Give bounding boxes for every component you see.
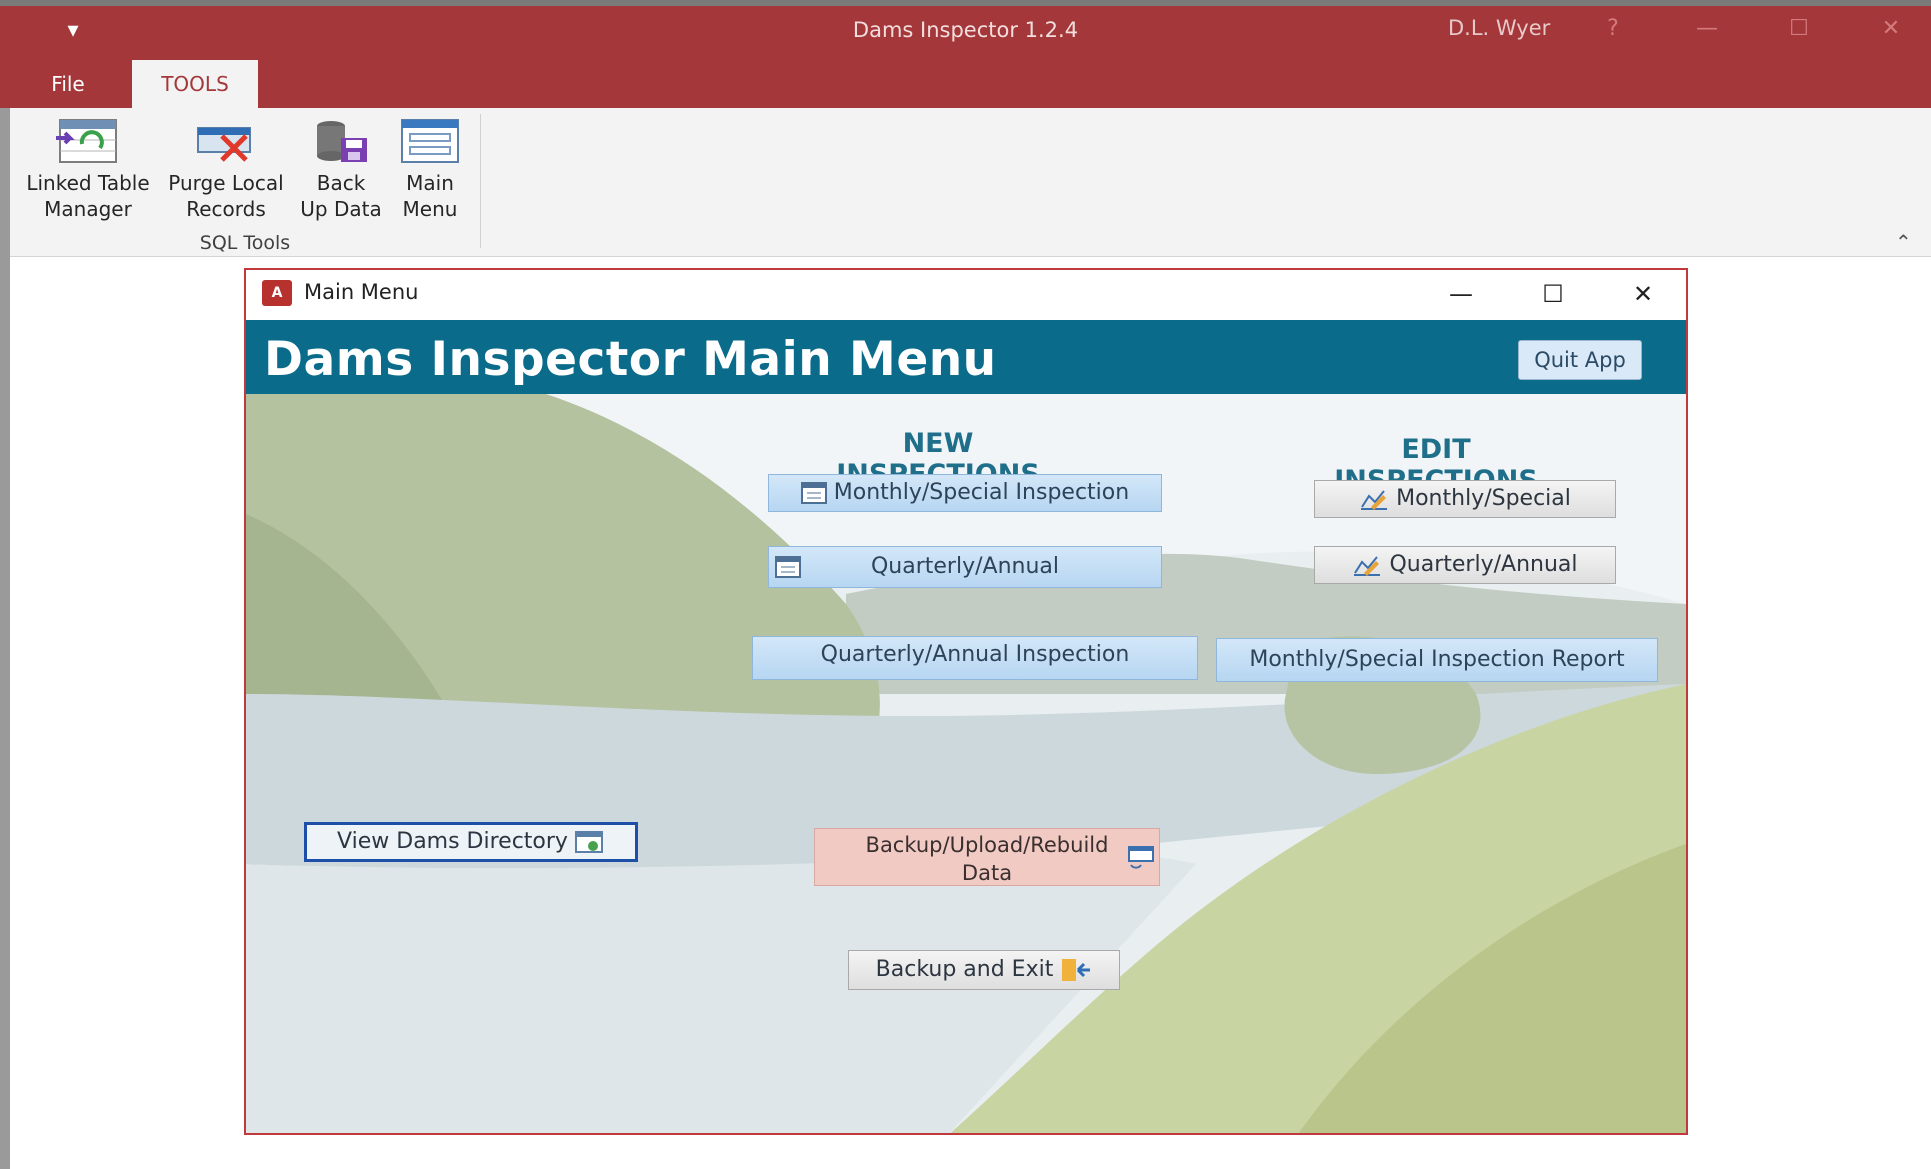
ribbon-group-label: SQL Tools	[199, 232, 291, 254]
button-label: Quarterly/Annual	[1389, 552, 1578, 577]
ribbon-label-line2: Records	[186, 197, 266, 221]
window-close-button[interactable]: ✕	[1620, 274, 1666, 314]
main-menu-button[interactable]: Main Menu	[392, 118, 468, 222]
button-label: Monthly/Special	[1396, 486, 1571, 511]
ribbon-label-line1: Linked Table	[26, 171, 150, 195]
window-minimize-button[interactable]: —	[1438, 274, 1484, 314]
edit-chart-icon	[1354, 556, 1381, 576]
button-label-line1: Backup/Upload/Rebuild	[865, 833, 1109, 857]
view-dams-directory-button[interactable]: View Dams Directory	[304, 822, 638, 862]
quit-app-button[interactable]: Quit App	[1518, 340, 1642, 380]
app-title: Dams Inspector 1.2.4	[852, 18, 1079, 42]
button-label: Quarterly/Annual	[870, 554, 1059, 579]
backup-upload-rebuild-data-button[interactable]: Backup/Upload/Rebuild Data	[814, 828, 1160, 886]
back-up-data-button[interactable]: Back Up Data	[296, 118, 386, 222]
app-maximize-button[interactable]: ☐	[1776, 12, 1822, 46]
ribbon-label-line1: Back	[316, 171, 366, 195]
new-quarterly-annual-button[interactable]: Quarterly/Annual	[768, 546, 1162, 588]
window-left-edge	[0, 108, 10, 1169]
access-logo-icon: A	[262, 280, 292, 306]
main-menu-icon	[401, 119, 459, 163]
monthly-special-inspection-report-button[interactable]: Monthly/Special Inspection Report	[1216, 638, 1658, 682]
collapse-ribbon-icon[interactable]: ⌃	[1895, 230, 1912, 254]
tab-file[interactable]: File	[30, 60, 106, 108]
backup-and-exit-button[interactable]: Backup and Exit	[848, 950, 1120, 990]
app-close-button[interactable]: ✕	[1868, 12, 1914, 46]
ribbon-label-line2: Up Data	[300, 197, 382, 221]
edit-monthly-special-button[interactable]: Monthly/Special	[1314, 480, 1616, 518]
ribbon-label-line2: Menu	[402, 197, 458, 221]
main-menu-window: A Main Menu — ☐ ✕ Dams Inspector Main Me…	[244, 268, 1688, 1135]
button-label: View Dams Directory	[337, 829, 568, 854]
button-label: Monthly/Special Inspection Report	[1249, 647, 1625, 672]
new-monthly-special-inspection-button[interactable]: Monthly/Special Inspection	[768, 474, 1162, 512]
purge-local-records-button[interactable]: Purge Local Records	[162, 118, 290, 222]
ribbon-label-line2: Manager	[44, 197, 132, 221]
button-label-line2: Data	[961, 861, 1013, 885]
ribbon-label-line1: Main	[406, 171, 454, 195]
ribbon-label-line1: Purge Local	[168, 171, 284, 195]
form-icon	[800, 482, 827, 504]
quarterly-annual-inspection-report-button[interactable]: Quarterly/Annual Inspection	[752, 636, 1198, 680]
edit-quarterly-annual-button[interactable]: Quarterly/Annual	[1314, 546, 1616, 584]
button-label: Quarterly/Annual Inspection	[820, 642, 1130, 667]
window-title: Main Menu	[304, 280, 419, 304]
app-minimize-button[interactable]: —	[1684, 12, 1730, 46]
signed-in-user[interactable]: D.L. Wyer	[1448, 16, 1550, 40]
help-button[interactable]: ?	[1590, 12, 1636, 46]
button-label: Backup and Exit	[875, 957, 1054, 982]
directory-icon	[574, 831, 603, 853]
window-maximize-button[interactable]: ☐	[1530, 274, 1576, 314]
app-title-bar	[0, 0, 1931, 108]
purge-records-icon	[197, 127, 251, 162]
button-label: Monthly/Special Inspection	[833, 480, 1130, 505]
edit-chart-icon	[1361, 490, 1388, 510]
form-icon	[775, 556, 801, 578]
linked-table-manager-button[interactable]: Linked Table Manager	[20, 118, 156, 222]
page-title: Dams Inspector Main Menu	[264, 332, 997, 387]
ribbon-group-divider	[480, 114, 481, 248]
linked-table-icon	[56, 119, 117, 163]
upload-data-icon	[1128, 846, 1154, 869]
backup-database-icon	[317, 121, 367, 162]
exit-door-icon	[1062, 959, 1091, 981]
tab-tools[interactable]: TOOLS	[132, 60, 258, 108]
